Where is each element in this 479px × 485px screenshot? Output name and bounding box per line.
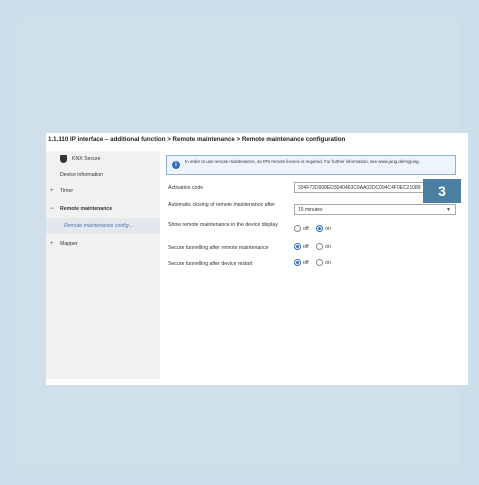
secure-after-rm-label: Secure tunnelling after remote maintenan…: [168, 245, 269, 251]
breadcrumb: 1.1.110 IP interface – additional functi…: [48, 136, 346, 143]
sidebar-item-label: Remote maintenance: [60, 206, 113, 212]
show-on-option[interactable]: on: [316, 224, 331, 235]
sidebar-item-remote-maintenance-config[interactable]: Remote maintenance config...: [46, 218, 160, 234]
show-off-option[interactable]: off: [294, 224, 309, 235]
expand-icon[interactable]: +: [50, 183, 54, 199]
radio-off[interactable]: [294, 225, 301, 233]
sidebar-item-label: Mapper: [60, 241, 78, 247]
secure-rm-off-option[interactable]: off: [294, 242, 309, 253]
secure-restart-on-option[interactable]: on: [316, 258, 331, 269]
info-banner: i In order to use remote maintenance, an…: [166, 155, 456, 175]
radio-on[interactable]: [316, 225, 324, 233]
expand-icon[interactable]: +: [50, 236, 54, 252]
radio-on[interactable]: [316, 259, 324, 267]
auto-close-row: Automatic closing of remote maintenance …: [166, 202, 456, 220]
sidebar-item-knx-secure[interactable]: KNX Secure: [46, 151, 160, 167]
info-icon: i: [172, 161, 180, 169]
auto-close-label: Automatic closing of remote maintenance …: [168, 202, 275, 208]
radio-off[interactable]: [294, 259, 301, 267]
shield-icon: [60, 155, 67, 163]
radio-off[interactable]: [294, 243, 301, 251]
secure-restart-off-option[interactable]: off: [294, 258, 309, 269]
secure-after-restart-row: Secure tunnelling after device restart o…: [166, 258, 456, 276]
sidebar-item-mapper[interactable]: + Mapper: [46, 236, 160, 252]
radio-on[interactable]: [316, 243, 324, 251]
show-in-display-radios: off on: [294, 224, 337, 235]
info-text: In order to use remote maintenance, an I…: [185, 159, 420, 164]
auto-close-select[interactable]: 15 minutes ▼: [294, 204, 456, 215]
secure-after-restart-label: Secure tunnelling after device restart: [168, 261, 253, 267]
sidebar-item-label: Timer: [60, 188, 74, 194]
chevron-down-icon: ▼: [446, 207, 451, 213]
sidebar-item-device-information[interactable]: Device information: [46, 167, 160, 183]
sidebar-item-label: Device information: [60, 172, 103, 178]
secure-after-restart-radios: off on: [294, 258, 337, 269]
secure-rm-on-option[interactable]: on: [316, 242, 331, 253]
activation-code-row: Activation code 334F72D008ED3040463C9AA0…: [166, 182, 456, 200]
show-in-display-row: Show remote maintenance in the device di…: [166, 222, 456, 240]
sidebar-item-label: Remote maintenance config...: [64, 223, 133, 229]
screenshot-window: 1.1.110 IP interface – additional functi…: [46, 133, 468, 385]
step-number-badge: 3: [423, 179, 461, 203]
show-in-display-label: Show remote maintenance in the device di…: [168, 222, 278, 228]
activation-code-label: Activation code: [168, 185, 204, 191]
sidebar-item-timer[interactable]: + Timer: [46, 183, 160, 199]
auto-close-value: 15 minutes: [298, 207, 323, 213]
secure-after-rm-radios: off on: [294, 242, 337, 253]
collapse-icon[interactable]: −: [50, 201, 54, 217]
sidebar-item-remote-maintenance[interactable]: − Remote maintenance: [46, 201, 160, 217]
sidebar: KNX Secure Device information + Timer − …: [46, 151, 160, 379]
